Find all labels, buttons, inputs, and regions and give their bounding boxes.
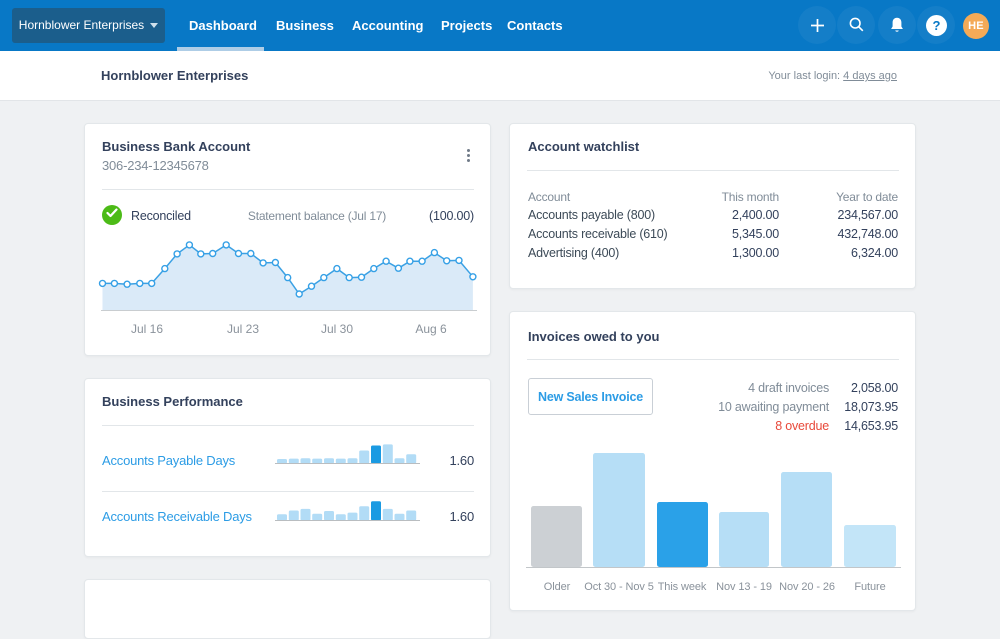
- svg-text:Future: Future: [854, 581, 885, 593]
- svg-text:Oct 30 - Nov 5: Oct 30 - Nov 5: [584, 581, 654, 593]
- svg-text:Nov 13 - 19: Nov 13 - 19: [716, 581, 772, 593]
- svg-text:Aug 6: Aug 6: [415, 322, 447, 336]
- svg-text:Jul 23: Jul 23: [227, 322, 259, 336]
- svg-text:Jul 16: Jul 16: [131, 322, 163, 336]
- svg-text:Older: Older: [544, 581, 571, 593]
- svg-text:This week: This week: [658, 581, 707, 593]
- svg-text:Nov 20 - 26: Nov 20 - 26: [779, 581, 835, 593]
- svg-text:Jul 30: Jul 30: [321, 322, 353, 336]
